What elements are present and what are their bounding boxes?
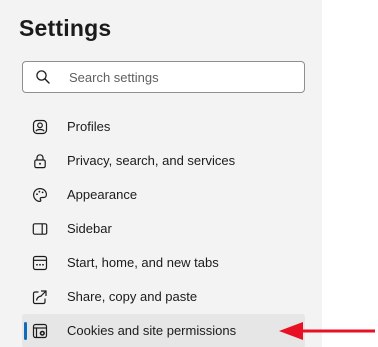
cookies-settings-icon [32,323,48,339]
sidebar-item-cookies[interactable]: Cookies and site permissions [22,314,305,347]
annotation-arrow [279,322,375,340]
sidebar-item-label: Sidebar [67,221,112,236]
home-tabs-icon [32,255,48,271]
sidebar-item-label: Cookies and site permissions [67,323,237,338]
sidebar-item-label: Start, home, and new tabs [67,255,219,270]
profile-icon [32,119,48,135]
sidebar-item-label: Privacy, search, and services [67,153,236,168]
page-title: Settings [19,15,112,41]
lock-icon [34,154,46,169]
share-icon [32,290,47,305]
sidebar-item-sidebar[interactable]: Sidebar [22,212,305,246]
sidebar-icon [32,223,48,235]
sidebar-item-label: Appearance [67,187,138,202]
sidebar-item-share[interactable]: Share, copy and paste [22,280,305,314]
sidebar-item-label: Share, copy and paste [67,289,198,304]
sidebar-item-appearance[interactable]: Appearance [22,178,305,212]
settings-sidebar: Settings Profiles Privacy, search, and s… [0,0,322,347]
search-input[interactable] [69,62,299,92]
settings-nav: Profiles Privacy, search, and services A… [22,110,305,347]
search-box[interactable] [22,61,305,93]
sidebar-item-label: Profiles [67,119,111,134]
palette-icon [32,187,48,203]
sidebar-item-profiles[interactable]: Profiles [22,110,305,144]
selected-indicator [24,322,27,340]
sidebar-item-privacy[interactable]: Privacy, search, and services [22,144,305,178]
search-icon [36,70,50,84]
sidebar-item-start-home[interactable]: Start, home, and new tabs [22,246,305,280]
